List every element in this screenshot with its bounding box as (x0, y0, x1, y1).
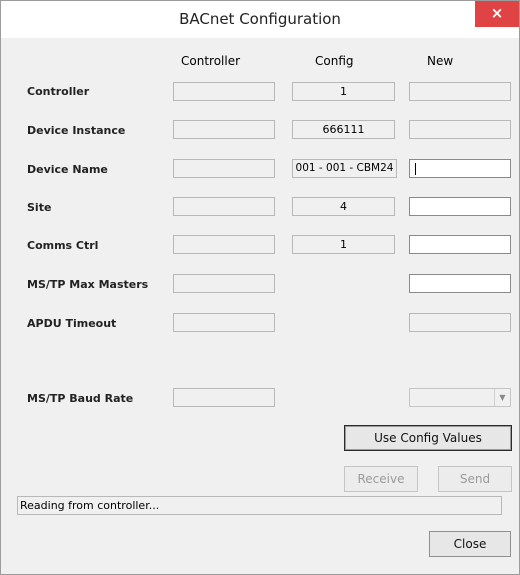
device-name-new-input[interactable] (409, 159, 511, 178)
row-label-site: Site (27, 201, 52, 214)
dialog-window: BACnet Configuration × Controller Config… (0, 0, 520, 575)
column-header-new: New (427, 54, 454, 68)
site-controller-field (173, 197, 275, 216)
device-name-config-field: 001 - 001 - CBM24 (292, 159, 397, 178)
mstp-max-masters-controller-field (173, 274, 275, 293)
receive-button[interactable]: Receive (344, 466, 418, 492)
close-icon[interactable]: × (475, 1, 519, 27)
row-label-mstp-max-masters: MS/TP Max Masters (27, 278, 149, 291)
row-label-device-instance: Device Instance (27, 124, 126, 137)
site-config-field: 4 (292, 197, 395, 216)
comms-ctrl-controller-field (173, 235, 275, 254)
row-label-mstp-baud-rate: MS/TP Baud Rate (27, 392, 134, 405)
device-name-controller-field (173, 159, 275, 178)
window-title: BACnet Configuration (179, 10, 341, 28)
row-label-device-name: Device Name (27, 163, 108, 176)
close-button[interactable]: Close (429, 531, 511, 557)
controller-new-field (409, 82, 511, 101)
controller-controller-field (173, 82, 275, 101)
status-bar: Reading from controller... (17, 496, 502, 515)
column-header-controller: Controller (181, 54, 241, 68)
comms-ctrl-config-field: 1 (292, 235, 395, 254)
device-instance-controller-field (173, 120, 275, 139)
column-header-config: Config (315, 54, 354, 68)
send-button[interactable]: Send (438, 466, 512, 492)
row-label-controller: Controller (27, 85, 90, 98)
title-bar: BACnet Configuration × (1, 1, 519, 38)
use-config-values-button[interactable]: Use Config Values (344, 425, 512, 451)
controller-config-field: 1 (292, 82, 395, 101)
site-new-input[interactable] (409, 197, 511, 216)
apdu-timeout-new-field (409, 313, 511, 332)
device-instance-config-field: 666111 (292, 120, 395, 139)
apdu-timeout-controller-field (173, 313, 275, 332)
row-label-apdu-timeout: APDU Timeout (27, 317, 117, 330)
dialog-client-area: Controller Config New Controller 1 Devic… (9, 38, 512, 566)
mstp-baud-rate-controller-field (173, 388, 275, 407)
mstp-baud-rate-new-select[interactable]: ▼ (409, 388, 511, 407)
chevron-down-icon[interactable]: ▼ (494, 389, 510, 406)
text-caret (415, 163, 416, 175)
mstp-max-masters-new-input[interactable] (409, 274, 511, 293)
row-label-comms-ctrl: Comms Ctrl (27, 239, 99, 252)
device-instance-new-field (409, 120, 511, 139)
comms-ctrl-new-input[interactable] (409, 235, 511, 254)
